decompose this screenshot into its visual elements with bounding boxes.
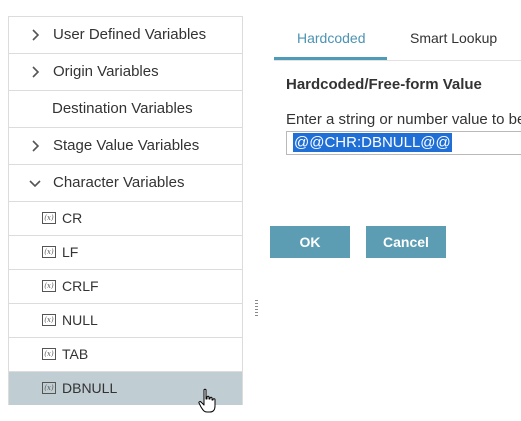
- tree-group-destination-variables[interactable]: Destination Variables: [9, 90, 242, 127]
- variable-icon: (x): [42, 382, 56, 394]
- tree-item-crlf[interactable]: (x) CRLF: [9, 269, 242, 303]
- tree-group-origin-variables[interactable]: Origin Variables: [9, 53, 242, 90]
- cancel-button[interactable]: Cancel: [366, 226, 446, 258]
- tree-group-character-variables[interactable]: Character Variables: [9, 164, 242, 201]
- variable-icon: (x): [42, 280, 56, 292]
- tree-item-label: CR: [62, 210, 83, 226]
- tree-item-label: CRLF: [62, 278, 99, 294]
- tree-item-label: TAB: [62, 346, 89, 362]
- variable-icon: (x): [42, 314, 56, 326]
- tree-item-cr[interactable]: (x) CR: [9, 201, 242, 235]
- variable-icon: (x): [42, 212, 56, 224]
- tree-item-tab[interactable]: (x) TAB: [9, 337, 242, 371]
- hand-pointer-cursor-icon: [197, 388, 219, 414]
- section-title: Hardcoded/Free-form Value: [286, 76, 482, 93]
- tab-smart-lookup[interactable]: Smart Lookup: [410, 22, 497, 60]
- chevron-right-icon[interactable]: [28, 17, 42, 53]
- tree-group-user-defined-variables[interactable]: User Defined Variables: [9, 16, 242, 53]
- active-tab-indicator: [274, 57, 387, 60]
- variable-tree: User Defined Variables Origin Variables …: [8, 16, 243, 405]
- value-prompt: Enter a string or number value to be: [286, 111, 521, 128]
- value-input[interactable]: @@CHR:DBNULL@@: [286, 131, 521, 155]
- selected-text: @@CHR:DBNULL@@: [293, 133, 452, 152]
- tree-group-label: Destination Variables: [52, 100, 193, 117]
- tab-divider: [274, 60, 521, 61]
- tree-group-label: Origin Variables: [53, 63, 159, 80]
- tree-group-stage-value-variables[interactable]: Stage Value Variables: [9, 127, 242, 164]
- tree-item-label: NULL: [62, 312, 98, 328]
- tree-item-null[interactable]: (x) NULL: [9, 303, 242, 337]
- tree-group-label: User Defined Variables: [53, 26, 207, 43]
- ok-button[interactable]: OK: [270, 226, 350, 258]
- tree-group-label: Character Variables: [53, 174, 185, 191]
- chevron-right-icon[interactable]: [28, 128, 42, 164]
- chevron-right-icon[interactable]: [28, 54, 42, 90]
- variable-icon: (x): [42, 348, 56, 360]
- variable-icon: (x): [42, 246, 56, 258]
- chevron-down-icon[interactable]: [28, 165, 42, 201]
- editor-tabs: Hardcoded Smart Lookup: [274, 22, 521, 60]
- tree-item-label: DBNULL: [62, 380, 118, 396]
- panel-splitter-handle[interactable]: [255, 300, 258, 316]
- tree-item-label: LF: [62, 244, 79, 260]
- tree-item-lf[interactable]: (x) LF: [9, 235, 242, 269]
- tab-hardcoded[interactable]: Hardcoded: [297, 22, 366, 60]
- tree-group-label: Stage Value Variables: [53, 137, 200, 154]
